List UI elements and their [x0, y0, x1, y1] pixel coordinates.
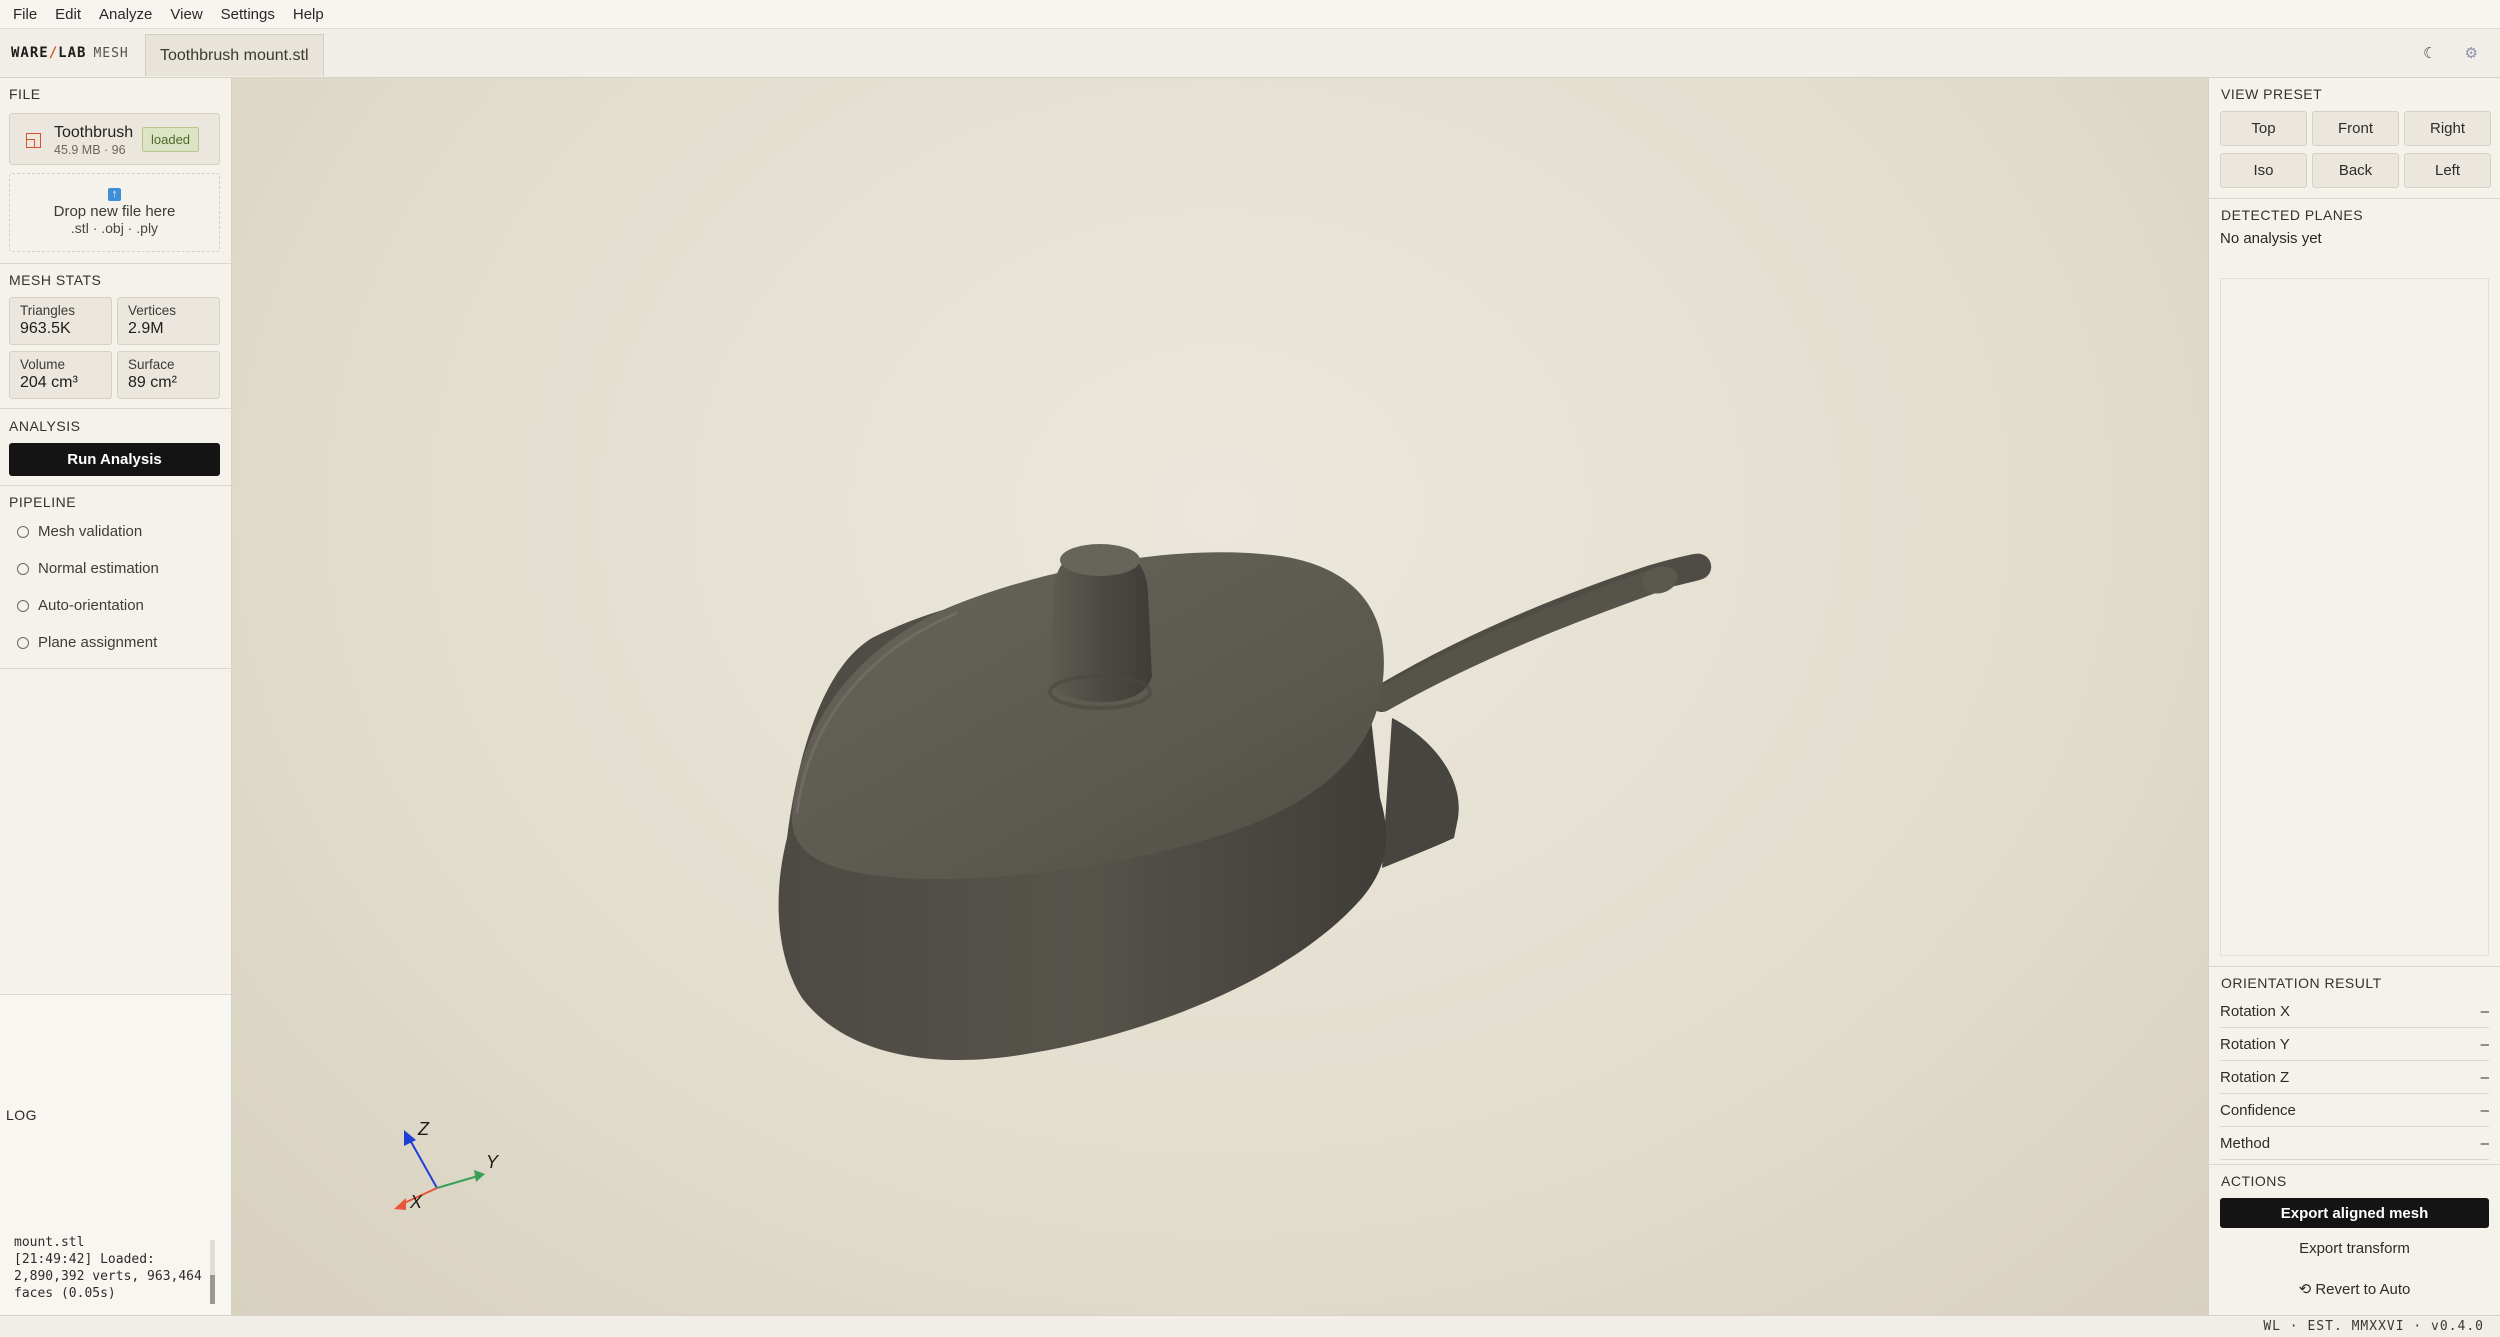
file-dropzone[interactable]: ↑ Drop new file here .stl · .obj · .ply [9, 173, 220, 252]
app-logo: WARE / LAB MESH [11, 45, 129, 61]
scrollbar-thumb[interactable] [210, 1275, 215, 1304]
log-title: LOG [6, 1107, 38, 1123]
3d-viewport[interactable]: Z Y X [232, 78, 2208, 1315]
detected-planes-title: DETECTED PLANES [2221, 207, 2364, 223]
post-top-shape [1060, 544, 1140, 576]
menu-settings[interactable]: Settings [212, 0, 284, 29]
view-front-button[interactable]: Front [2312, 111, 2399, 146]
status-circle-icon [17, 599, 29, 612]
rotation-y-row: Rotation Y – [2220, 1028, 2489, 1061]
planes-list [2220, 278, 2489, 956]
view-preset-title: VIEW PRESET [2221, 86, 2323, 102]
export-aligned-mesh-button[interactable]: Export aligned mesh [2220, 1198, 2489, 1228]
divider [2209, 198, 2500, 199]
y-axis-label: Y [486, 1152, 500, 1172]
toothbrush-mount-model[interactable] [232, 78, 2208, 1315]
dropzone-label: Drop new file here [53, 203, 176, 220]
stat-surface: Surface 89 cm² [117, 351, 220, 399]
status-circle-icon [17, 636, 29, 649]
menu-edit[interactable]: Edit [46, 0, 90, 29]
view-back-button[interactable]: Back [2312, 153, 2399, 188]
left-sidebar: FILE Toothbrush 45.9 MB · 96 loaded ↑ Dr… [0, 78, 232, 1315]
analysis-title: ANALYSIS [9, 418, 81, 434]
rotation-z-row: Rotation Z – [2220, 1061, 2489, 1094]
stat-vertices: Vertices 2.9M [117, 297, 220, 345]
status-circle-icon [17, 562, 29, 575]
view-iso-button[interactable]: Iso [2220, 153, 2307, 188]
y-axis-arrow [474, 1170, 485, 1182]
tab-toothbrush-mount[interactable]: Toothbrush mount.stl [145, 34, 324, 76]
connector-shape [1382, 718, 1459, 868]
status-bar: WL · EST. MMXXVI · v0.4.0 [0, 1315, 2500, 1337]
planes-empty-text: No analysis yet [2220, 230, 2322, 247]
log-output: mount.stl [21:49:42] Loaded: 2,890,392 v… [14, 1235, 202, 1301]
y-axis-line [436, 1175, 479, 1189]
menu-view[interactable]: View [161, 0, 211, 29]
mesh-stats-title: MESH STATS [9, 272, 102, 288]
file-section-title: FILE [9, 86, 41, 102]
theme-toggle-icon[interactable]: ☾ [2423, 44, 2436, 62]
axis-gizmo: Z Y X [394, 1119, 500, 1212]
pipeline-step-plane-assignment: Plane assignment [17, 634, 157, 651]
log-scrollbar[interactable] [210, 1240, 215, 1304]
divider [2209, 966, 2500, 967]
x-axis-label: X [409, 1192, 423, 1212]
view-left-button[interactable]: Left [2404, 153, 2491, 188]
right-sidebar: VIEW PRESET Top Front Right Iso Back Lef… [2208, 78, 2500, 1315]
file-meta: 45.9 MB · 96 [54, 143, 126, 157]
revert-to-auto-button[interactable]: ⟲ Revert to Auto [2220, 1280, 2489, 1298]
orientation-result-title: ORIENTATION RESULT [2221, 975, 2382, 991]
divider [0, 668, 231, 669]
actions-title: ACTIONS [2221, 1173, 2287, 1189]
menu-help[interactable]: Help [284, 0, 333, 29]
dropzone-types: .stl · .obj · .ply [70, 220, 159, 236]
pipeline-step-auto-orientation: Auto-orientation [17, 597, 144, 614]
z-axis-arrow [404, 1130, 416, 1146]
menu-bar: File Edit Analyze View Settings Help [0, 0, 2500, 29]
settings-gear-icon[interactable]: ⚙ [2465, 44, 2478, 62]
status-badge: loaded [142, 127, 200, 152]
mesh-file-icon [26, 133, 41, 148]
view-right-button[interactable]: Right [2404, 111, 2491, 146]
divider [0, 485, 231, 486]
pipeline-step-normal-estimation: Normal estimation [17, 560, 159, 577]
menu-file[interactable]: File [4, 0, 46, 29]
cable-shape [1370, 566, 1674, 712]
status-circle-icon [17, 525, 29, 538]
run-analysis-button[interactable]: Run Analysis [9, 443, 220, 476]
file-card[interactable]: Toothbrush 45.9 MB · 96 loaded [9, 113, 220, 165]
z-axis-line [409, 1139, 438, 1189]
stat-volume: Volume 204 cm³ [9, 351, 112, 399]
stat-triangles: Triangles 963.5K [9, 297, 112, 345]
z-axis-label: Z [417, 1119, 430, 1139]
divider [0, 263, 231, 264]
export-transform-button[interactable]: Export transform [2220, 1240, 2489, 1257]
tab-bar: WARE / LAB MESH Toothbrush mount.stl ☾ ⚙ [0, 29, 2500, 78]
file-name: Toothbrush [54, 124, 134, 141]
confidence-row: Confidence – [2220, 1094, 2489, 1127]
pipeline-step-mesh-validation: Mesh validation [17, 523, 142, 540]
divider [0, 408, 231, 409]
x-axis-arrow [394, 1198, 406, 1210]
view-top-button[interactable]: Top [2220, 111, 2307, 146]
version-text: WL · EST. MMXXVI · v0.4.0 [2263, 1319, 2484, 1334]
method-row: Method – [2220, 1127, 2489, 1160]
pipeline-title: PIPELINE [9, 494, 77, 510]
rotation-x-row: Rotation X – [2220, 995, 2489, 1028]
divider [2209, 1164, 2500, 1165]
upload-icon: ↑ [108, 188, 121, 201]
menu-analyze[interactable]: Analyze [90, 0, 161, 29]
